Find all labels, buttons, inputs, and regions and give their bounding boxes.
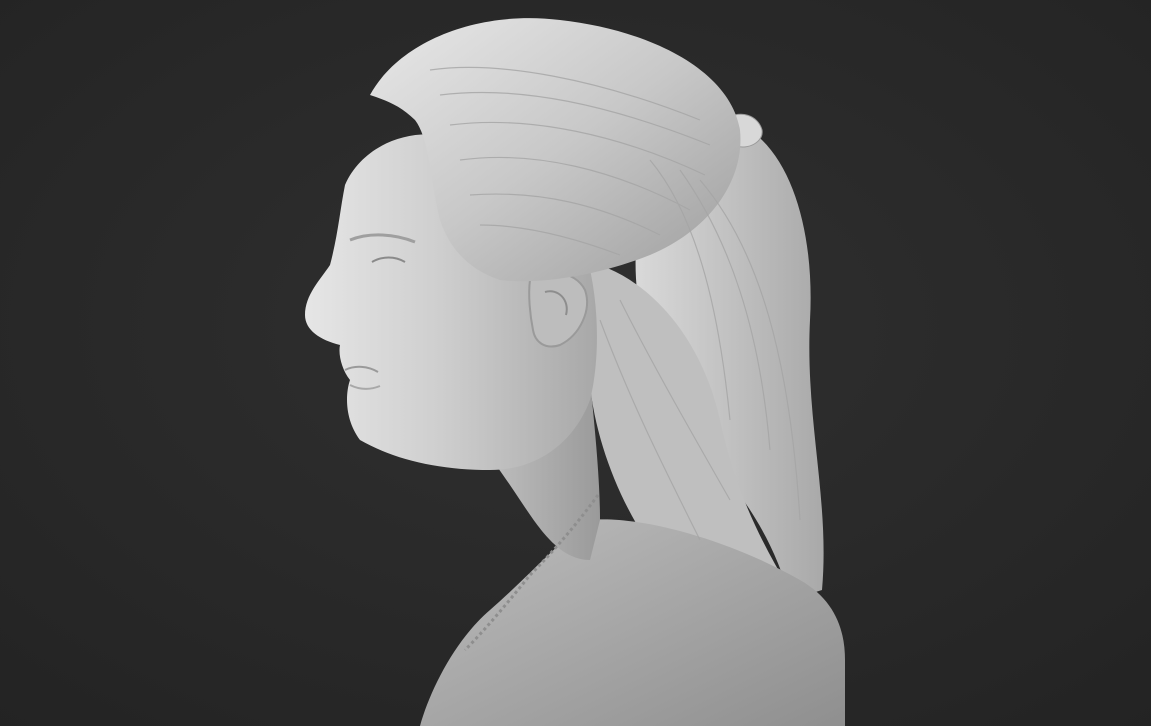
render-viewport [0,0,1151,726]
bust-sculpture [0,0,1151,726]
